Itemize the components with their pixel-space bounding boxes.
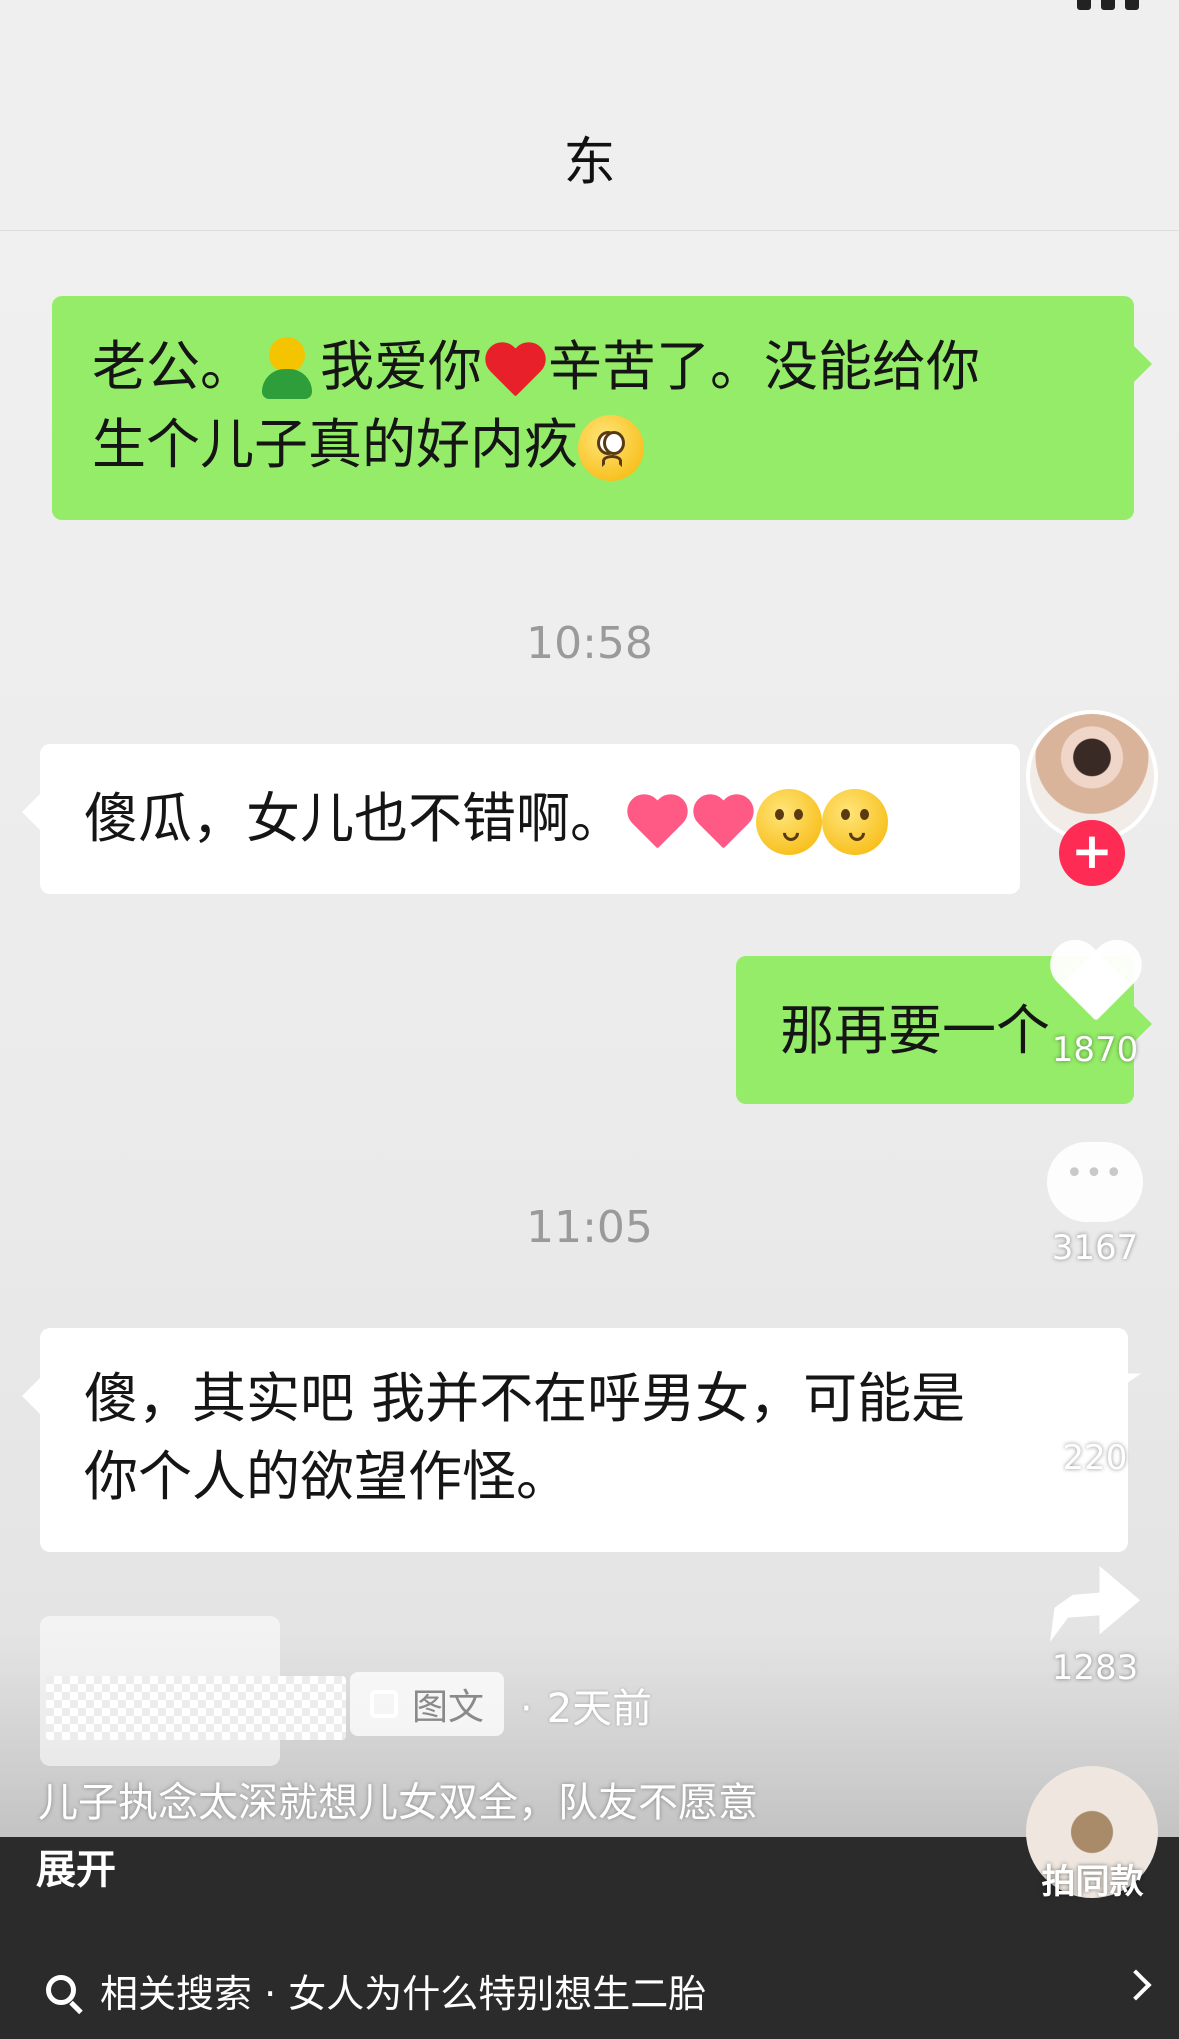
author-name-redacted[interactable]	[46, 1676, 346, 1740]
pink-heart-emoji-icon	[690, 792, 756, 852]
other-message-bubble: 傻，其实吧 我并不在呼男女，可能是 你个人的欲望作怪。	[22, 1328, 1128, 1552]
other-message-bubble: 傻瓜，女儿也不错啊。	[22, 744, 1020, 894]
comment-icon	[1047, 1142, 1143, 1222]
message-timestamp: 11:05	[526, 1202, 653, 1253]
post-caption[interactable]: 儿子执念太深就想儿女双全，队友不愿意	[38, 1770, 758, 1828]
like-button[interactable]: 1870	[1040, 938, 1150, 1070]
message-text: 你个人的欲望作怪。	[84, 1445, 570, 1508]
comment-button[interactable]: 3167	[1040, 1142, 1150, 1268]
related-search-text: 相关搜索 · 女人为什么特别想生二胎	[100, 1971, 707, 2016]
star-icon	[1048, 1342, 1142, 1424]
message-text: 傻，其实吧 我并不在呼男女，可能是	[84, 1367, 966, 1430]
same-style-button[interactable]: 拍同款	[1010, 1854, 1175, 1903]
pleading-face-emoji-icon	[578, 415, 644, 482]
share-icon	[1050, 1566, 1140, 1642]
share-count: 1283	[1051, 1648, 1139, 1688]
post-type-tag: 图文	[350, 1672, 505, 1736]
favorite-button[interactable]: 220	[1040, 1342, 1150, 1478]
my-message-bubble: 老公。 我爱你 辛苦了。没能给你 生个儿子真的好内疚	[52, 296, 1152, 520]
comment-count: 3167	[1051, 1228, 1139, 1268]
like-count: 1870	[1051, 1030, 1139, 1070]
pink-heart-emoji-icon	[624, 792, 690, 852]
image-post-icon	[370, 1690, 398, 1718]
chat-header: 东	[0, 0, 1179, 231]
signal-icon	[1101, 0, 1115, 10]
related-search-bar[interactable]: 相关搜索 · 女人为什么特别想生二胎	[0, 1950, 1179, 2030]
signal-icon	[1077, 0, 1091, 10]
chat-title: 东	[563, 133, 616, 193]
video-stage[interactable]: 东 老公。 我爱你 辛苦了。没能给你 生个儿子真的好内疚 10:58 傻瓜，女儿也不…	[0, 0, 1179, 2039]
kissing-face-emoji-icon	[822, 789, 888, 856]
favorite-count: 220	[1062, 1438, 1128, 1478]
status-bar	[1077, 0, 1139, 10]
heart-icon	[1047, 938, 1143, 1024]
message-timestamp: 10:58	[526, 618, 653, 669]
hug-emoji-icon	[254, 337, 320, 403]
kissing-face-emoji-icon	[756, 789, 822, 856]
search-icon	[46, 1975, 76, 2005]
expand-link[interactable]: 展开	[36, 1837, 116, 1895]
battery-icon	[1125, 0, 1139, 10]
red-heart-emoji-icon	[482, 340, 548, 400]
message-text: 傻瓜，女儿也不错啊。	[84, 780, 976, 858]
share-button[interactable]: 1283	[1040, 1566, 1150, 1688]
post-age: · 2天前	[520, 1686, 653, 1732]
message-text: 老公。 我爱你 辛苦了。没能给你	[92, 328, 1094, 406]
message-text: 生个儿子真的好内疚	[92, 406, 1094, 484]
follow-button[interactable]: +	[1059, 820, 1125, 886]
